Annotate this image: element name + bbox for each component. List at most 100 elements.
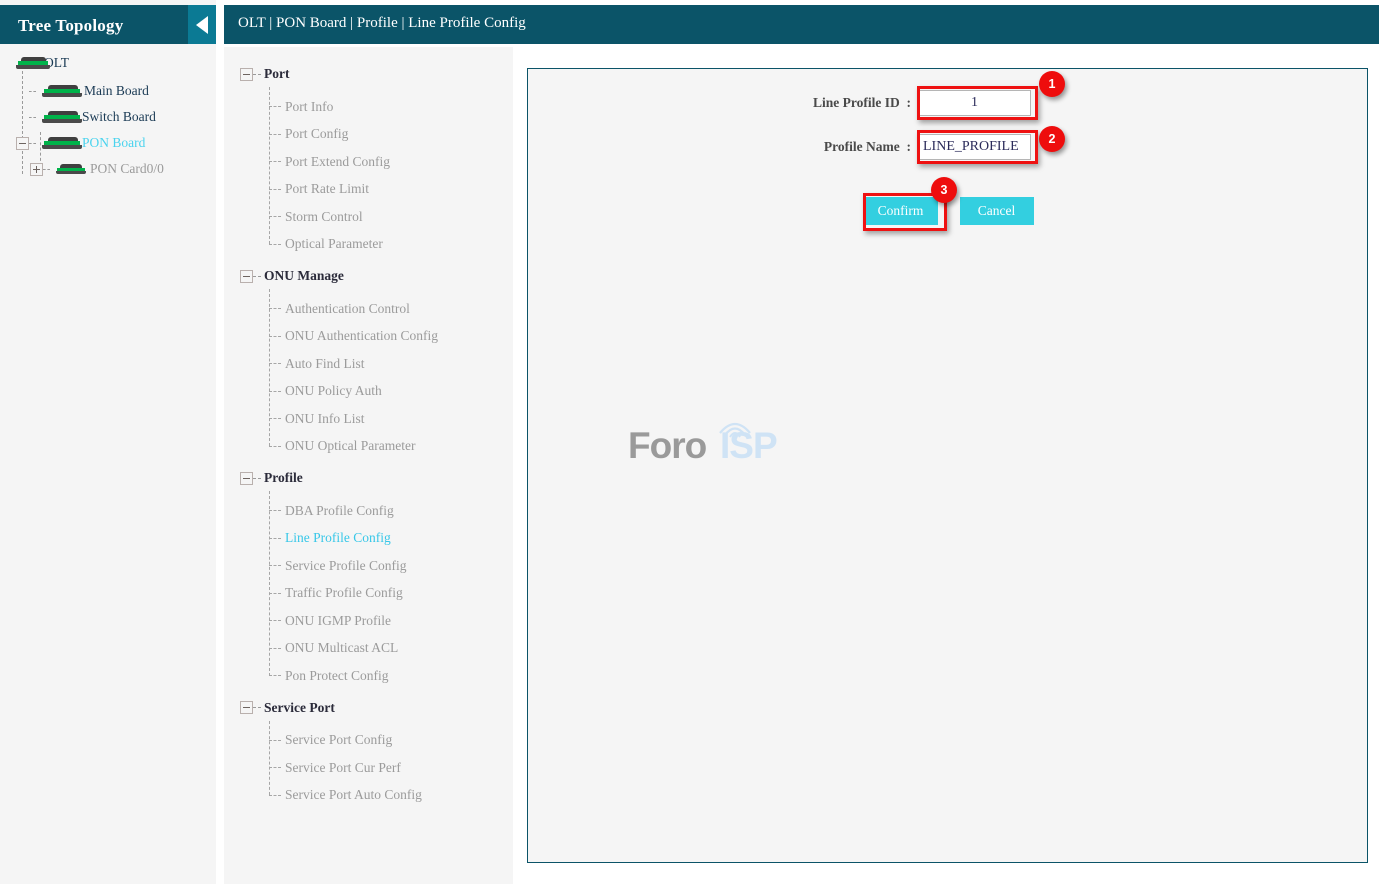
nav-branch-dash bbox=[269, 592, 281, 594]
nav-item-label: ONU Authentication Config bbox=[285, 328, 438, 344]
tree-node-pon-board[interactable]: PON Board bbox=[0, 130, 216, 156]
nav-branch-dash bbox=[269, 308, 281, 309]
nav-item-storm-control[interactable]: Storm Control bbox=[224, 203, 513, 231]
tree-node-pon-card[interactable]: PON Card0/0 bbox=[0, 156, 216, 182]
tree-expander-minus-icon[interactable] bbox=[240, 701, 253, 714]
breadcrumb-bar: OLT | PON Board | Profile | Line Profile… bbox=[224, 5, 1379, 44]
tree-branch-dash bbox=[43, 168, 50, 170]
nav-group-header-service-port[interactable]: Service Port bbox=[224, 695, 513, 721]
chevron-left-icon[interactable] bbox=[188, 5, 216, 44]
nav-item-line-profile-config[interactable]: Line Profile Config bbox=[224, 525, 513, 553]
tree-expander-minus-icon[interactable] bbox=[240, 269, 253, 283]
nav-item-label: ONU Optical Parameter bbox=[285, 438, 416, 454]
nav-item-onu-optical-parameter[interactable]: ONU Optical Parameter bbox=[224, 433, 513, 461]
nav-group-title: Profile bbox=[264, 470, 303, 485]
nav-item-label: Optical Parameter bbox=[285, 236, 383, 252]
nav-branch-dash bbox=[269, 418, 281, 419]
tree-node-olt[interactable]: OLT bbox=[0, 50, 216, 76]
tree-branch-dash bbox=[253, 707, 261, 708]
nav-group-title: Service Port bbox=[264, 699, 335, 715]
nav-branch-dash bbox=[269, 794, 281, 796]
nav-item-label: Service Profile Config bbox=[285, 557, 407, 573]
cancel-button[interactable]: Cancel bbox=[959, 197, 1034, 225]
nav-group-title: ONU Manage bbox=[264, 268, 344, 283]
nav-branch-dash bbox=[269, 510, 281, 511]
nav-item-traffic-profile-config[interactable]: Traffic Profile Config bbox=[224, 580, 513, 608]
tree-node-label: Switch Board bbox=[82, 109, 156, 124]
nav-item-optical-parameter[interactable]: Optical Parameter bbox=[224, 231, 513, 259]
profile-name-input[interactable] bbox=[918, 134, 1031, 160]
breadcrumb: OLT | PON Board | Profile | Line Profile… bbox=[238, 15, 526, 31]
nav-items-service-port: Service Port Config Service Port Cur Per… bbox=[224, 720, 513, 810]
nav-group-title: Port bbox=[264, 66, 290, 81]
watermark-text-foro: Foro bbox=[628, 425, 707, 466]
nav-branch-dash bbox=[269, 767, 281, 768]
navigation-menu-scroll: Port Port Info Port Config Port Extend C… bbox=[224, 47, 513, 884]
tree-expander-minus-icon[interactable] bbox=[240, 471, 253, 485]
line-profile-id-input[interactable] bbox=[918, 90, 1031, 116]
tree-node-label: PON Board bbox=[82, 135, 146, 150]
nav-item-label: ONU Info List bbox=[285, 410, 365, 426]
nav-item-onu-policy-auth[interactable]: ONU Policy Auth bbox=[224, 378, 513, 406]
nav-item-label: Service Port Config bbox=[285, 732, 393, 748]
nav-item-dba-profile-config[interactable]: DBA Profile Config bbox=[224, 497, 513, 525]
nav-item-auto-find-list[interactable]: Auto Find List bbox=[224, 350, 513, 378]
nav-item-label: DBA Profile Config bbox=[285, 502, 394, 518]
line-profile-form: Line Profile ID : Profile Name : Confirm… bbox=[528, 71, 1369, 231]
nav-item-service-port-auto-config[interactable]: Service Port Auto Config bbox=[224, 782, 513, 810]
device-board-icon bbox=[42, 110, 82, 124]
nav-group-onu-manage: ONU Manage Authentication Control ONU Au… bbox=[224, 263, 513, 460]
nav-branch-dash bbox=[269, 161, 281, 162]
tree-node-switch-board[interactable]: Switch Board bbox=[0, 104, 216, 130]
tree-expander-plus-icon[interactable] bbox=[30, 162, 43, 176]
tree-branch-dash bbox=[29, 90, 36, 92]
nav-item-port-extend-config[interactable]: Port Extend Config bbox=[224, 148, 513, 176]
nav-branch-dash bbox=[269, 216, 281, 217]
nav-group-header-onu-manage[interactable]: ONU Manage bbox=[224, 263, 513, 289]
nav-group-profile: Profile DBA Profile Config Line Profile … bbox=[224, 465, 513, 690]
nav-item-label: ONU Multicast ACL bbox=[285, 640, 399, 656]
tree-branch-dash bbox=[253, 73, 261, 75]
nav-branch-dash bbox=[269, 565, 281, 566]
nav-item-service-profile-config[interactable]: Service Profile Config bbox=[224, 552, 513, 580]
annotation-badge-3: 3 bbox=[931, 177, 957, 203]
nav-item-service-port-config[interactable]: Service Port Config bbox=[224, 727, 513, 755]
nav-item-label: Auto Find List bbox=[285, 355, 365, 371]
annotation-badge-2: 2 bbox=[1039, 126, 1065, 152]
nav-item-port-rate-limit[interactable]: Port Rate Limit bbox=[224, 176, 513, 204]
nav-item-label: ONU Policy Auth bbox=[285, 383, 382, 399]
nav-branch-dash bbox=[269, 188, 281, 190]
nav-item-onu-multicast-acl[interactable]: ONU Multicast ACL bbox=[224, 635, 513, 663]
tree-node-main-board[interactable]: Main Board bbox=[0, 78, 216, 104]
tree-expander-minus-icon[interactable] bbox=[240, 67, 253, 81]
foroisp-watermark: Foro ISP bbox=[628, 417, 808, 477]
device-board-icon bbox=[42, 136, 82, 150]
nav-item-label: Pon Protect Config bbox=[285, 667, 389, 683]
nav-item-label: Service Port Cur Perf bbox=[285, 759, 401, 775]
nav-item-service-port-cur-perf[interactable]: Service Port Cur Perf bbox=[224, 754, 513, 782]
nav-item-label: Storm Control bbox=[285, 208, 363, 224]
nav-item-onu-igmp-profile[interactable]: ONU IGMP Profile bbox=[224, 607, 513, 635]
nav-item-onu-info-list[interactable]: ONU Info List bbox=[224, 405, 513, 433]
line-profile-config-panel: Foro ISP Line Profile ID : Profile Name … bbox=[527, 68, 1368, 863]
tree-expander-minus-icon[interactable] bbox=[16, 136, 29, 150]
nav-item-label: Port Info bbox=[285, 98, 334, 114]
nav-item-port-info[interactable]: Port Info bbox=[224, 93, 513, 121]
nav-item-label: Port Config bbox=[285, 126, 349, 142]
tree-topology-header: Tree Topology bbox=[0, 5, 216, 44]
annotation-badge-1: 1 bbox=[1039, 71, 1065, 97]
nav-item-onu-authentication-config[interactable]: ONU Authentication Config bbox=[224, 323, 513, 351]
content-area: Foro ISP Line Profile ID : Profile Name … bbox=[513, 47, 1389, 890]
nav-group-header-profile[interactable]: Profile bbox=[224, 465, 513, 491]
nav-group-port: Port Port Info Port Config Port Extend C… bbox=[224, 61, 513, 258]
tree-branch-dash bbox=[253, 275, 261, 277]
nav-item-pon-protect-config[interactable]: Pon Protect Config bbox=[224, 662, 513, 690]
nav-group-header-port[interactable]: Port bbox=[224, 61, 513, 87]
application-window: Tree Topology OLT Main Board Switch Boar… bbox=[0, 0, 1389, 890]
nav-item-label: Line Profile Config bbox=[285, 530, 391, 546]
confirm-button[interactable]: Confirm bbox=[863, 197, 938, 225]
antenna-signal-icon bbox=[719, 422, 751, 440]
navigation-menu-panel: Port Port Info Port Config Port Extend C… bbox=[224, 47, 513, 884]
nav-item-port-config[interactable]: Port Config bbox=[224, 121, 513, 149]
nav-item-authentication-control[interactable]: Authentication Control bbox=[224, 295, 513, 323]
